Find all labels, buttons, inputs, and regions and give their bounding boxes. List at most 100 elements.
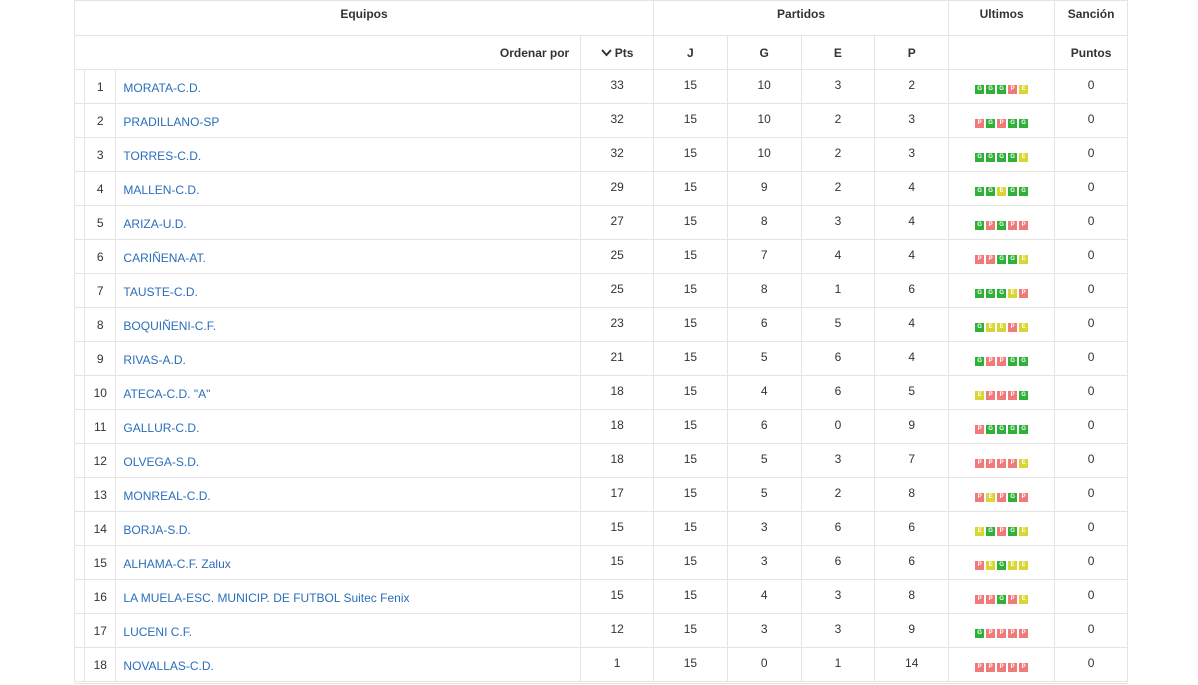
result-badge: E: [986, 561, 996, 570]
sanction-cell: 0: [1054, 375, 1128, 410]
team-link[interactable]: GALLUR-C.D.: [115, 409, 582, 444]
team-link-text[interactable]: BOQUIÑENI-C.F.: [123, 319, 216, 333]
drawn-cell-text: 6: [834, 553, 842, 568]
result-badge: G: [1008, 493, 1018, 502]
result-badge: G: [975, 323, 985, 332]
team-link[interactable]: CARIÑENA-AT.: [115, 239, 582, 274]
team-link-text[interactable]: LA MUELA-ESC. MUNICIP. DE FUTBOL Suitec …: [123, 591, 409, 605]
team-link[interactable]: MORATA-C.D.: [115, 69, 582, 104]
result-badge: P: [997, 663, 1007, 672]
row-spacer: [73, 647, 86, 682]
team-link-text[interactable]: PRADILLANO-SP: [123, 115, 219, 129]
table-row: 1 MORATA-C.D. 33 15 10 3 2 G G G P E 0: [73, 69, 1128, 104]
team-link-text[interactable]: GALLUR-C.D.: [123, 421, 199, 435]
team-link[interactable]: TORRES-C.D.: [115, 137, 582, 172]
result-badge: E: [1019, 323, 1029, 332]
team-link[interactable]: MALLEN-C.D.: [115, 171, 582, 206]
position-cell: 2: [84, 103, 117, 138]
team-link[interactable]: RIVAS-A.D.: [115, 341, 582, 376]
lost-cell-text: 6: [908, 519, 916, 534]
lost-cell: 6: [874, 511, 950, 546]
lost-cell: 9: [874, 409, 950, 444]
last-results: GGGEP: [975, 289, 1029, 298]
team-link-text[interactable]: TAUSTE-C.D.: [123, 285, 197, 299]
last-results: EPPPG: [975, 391, 1029, 400]
team-link-text[interactable]: CARIÑENA-AT.: [123, 251, 205, 265]
team-link-text[interactable]: ARIZA-U.D.: [123, 217, 186, 231]
result-badge: G: [986, 425, 996, 434]
team-link[interactable]: LUCENI C.F.: [115, 613, 582, 648]
team-link-text[interactable]: OLVEGA-S.D.: [123, 455, 199, 469]
team-link[interactable]: PRADILLANO-SP: [115, 103, 582, 138]
last-results-cell: GGGGE: [948, 137, 1056, 172]
position-cell-text: 4: [96, 181, 104, 196]
played-cell: 15: [653, 375, 728, 410]
column-g: G: [726, 35, 802, 70]
team-link[interactable]: ATECA-C.D. "A": [115, 375, 582, 410]
team-link[interactable]: LA MUELA-ESC. MUNICIP. DE FUTBOL Suitec …: [115, 579, 582, 614]
team-link[interactable]: ARIZA-U.D.: [115, 205, 582, 240]
row-spacer: [73, 409, 86, 444]
result-badge: E: [1008, 561, 1018, 570]
team-link-text[interactable]: LUCENI C.F.: [123, 625, 192, 639]
team-link-text[interactable]: NOVALLAS-C.D.: [123, 659, 213, 673]
column-j: J: [653, 35, 728, 70]
result-badge: P: [1019, 289, 1029, 298]
header-sancion: Sanción: [1054, 0, 1128, 36]
team-link-text[interactable]: TORRES-C.D.: [123, 149, 201, 163]
points-cell-text: 17: [610, 485, 624, 500]
sanction-cell: 0: [1054, 511, 1128, 546]
team-link[interactable]: MONREAL-C.D.: [115, 477, 582, 512]
points-cell: 15: [580, 545, 655, 580]
lost-cell: 5: [874, 375, 950, 410]
played-cell-text: 15: [683, 587, 698, 602]
won-cell: 5: [726, 341, 802, 376]
sort-pts-button[interactable]: Pts: [580, 35, 655, 70]
team-link[interactable]: BORJA-S.D.: [115, 511, 582, 546]
last-results-cell: EGPGE: [948, 511, 1056, 546]
points-cell-text: 15: [610, 587, 624, 602]
result-badge: G: [1008, 255, 1018, 264]
result-badge: G: [1008, 187, 1018, 196]
position-cell-text: 12: [93, 453, 107, 468]
lost-cell: 4: [874, 171, 950, 206]
played-cell: 15: [653, 273, 728, 308]
result-badge: P: [997, 357, 1007, 366]
team-link-text[interactable]: MORATA-C.D.: [123, 81, 201, 95]
drawn-cell-text: 5: [834, 315, 842, 330]
team-link-text[interactable]: ALHAMA-C.F. Zalux: [123, 557, 230, 571]
team-link-text[interactable]: ATECA-C.D. "A": [123, 387, 210, 401]
team-link-text[interactable]: MALLEN-C.D.: [123, 183, 199, 197]
drawn-cell-text: 3: [834, 451, 842, 466]
lost-cell: 3: [874, 103, 950, 138]
result-badge: G: [1008, 357, 1018, 366]
team-link-text[interactable]: RIVAS-A.D.: [123, 353, 185, 367]
result-badge: G: [975, 629, 985, 638]
row-spacer: [73, 579, 86, 614]
chevron-down-icon: [601, 48, 612, 60]
team-link-text[interactable]: MONREAL-C.D.: [123, 489, 210, 503]
position-cell-text: 6: [96, 249, 104, 264]
column-p: P: [874, 35, 950, 70]
row-spacer: [73, 341, 86, 376]
won-cell: 6: [726, 409, 802, 444]
played-cell: 15: [653, 341, 728, 376]
team-link[interactable]: BOQUIÑENI-C.F.: [115, 307, 582, 342]
team-link[interactable]: TAUSTE-C.D.: [115, 273, 582, 308]
sanction-cell: 0: [1054, 103, 1128, 138]
result-badge: E: [1019, 255, 1029, 264]
table-row: 6 CARIÑENA-AT. 25 15 7 4 4 P P G G E 0: [73, 239, 1128, 274]
team-link[interactable]: ALHAMA-C.F. Zalux: [115, 545, 582, 580]
team-link-text[interactable]: BORJA-S.D.: [123, 523, 190, 537]
result-badge: P: [986, 391, 996, 400]
column-e: E: [800, 35, 876, 70]
team-link[interactable]: OLVEGA-S.D.: [115, 443, 582, 478]
result-badge: G: [1019, 187, 1029, 196]
played-cell-text: 15: [683, 621, 698, 636]
position-cell-text: 15: [93, 555, 107, 570]
team-link[interactable]: NOVALLAS-C.D.: [115, 647, 582, 682]
won-cell: 3: [726, 613, 802, 648]
points-cell: 15: [580, 511, 655, 546]
sanction-cell: 0: [1054, 307, 1128, 342]
lost-cell-text: 9: [908, 417, 916, 432]
